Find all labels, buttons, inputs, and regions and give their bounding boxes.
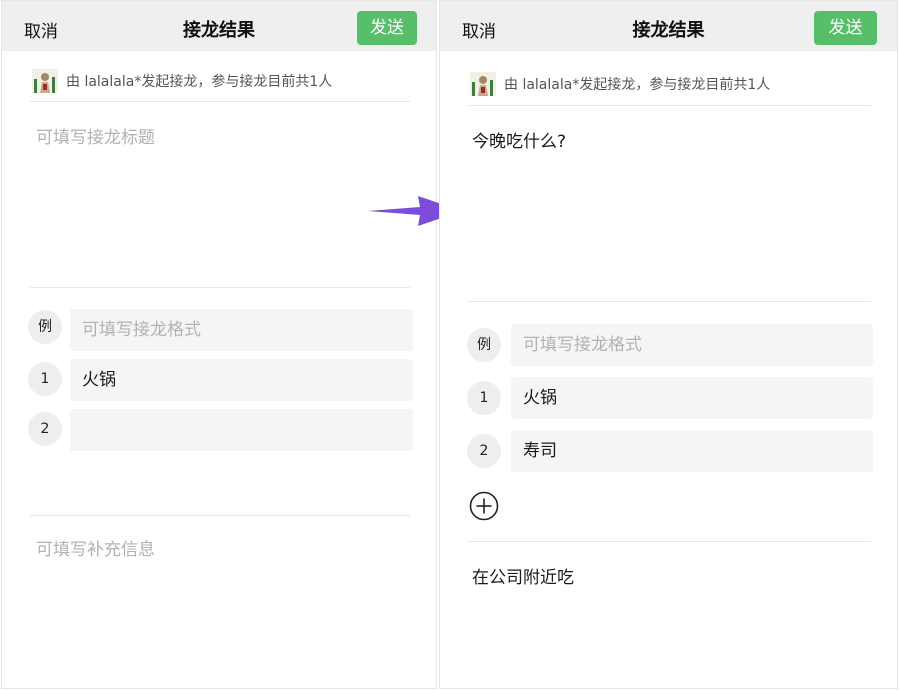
title-input[interactable]: 今晚吃什么? [472,127,566,152]
item-number-badge: 例 [28,310,62,344]
avatar [32,69,58,93]
item-input-1[interactable]: 火锅 [70,359,413,401]
list-item-1: 1 [467,381,501,415]
item-number-badge: 2 [28,412,62,446]
send-button[interactable]: 发送 [814,11,877,45]
item-input-2[interactable] [70,409,413,451]
panel-before: 取消 接龙结果 发送 由 lalalala*发起接龙，参与接龙目前共1人 可填写… [1,0,437,689]
list-item-1: 1 [28,362,62,396]
divider [467,541,871,542]
initiator-info: 由 lalalala*发起接龙，参与接龙目前共1人 [32,69,332,93]
extra-info-input[interactable]: 可填写补充信息 [36,535,155,560]
initiator-text: 由 lalalala*发起接龙，参与接龙目前共1人 [66,74,333,90]
list-item-2: 2 [467,434,501,468]
list-item-2: 2 [28,412,62,446]
avatar [470,72,496,96]
divider [467,301,871,302]
format-input[interactable]: 可填写接龙格式 [511,324,873,366]
item-number-badge: 1 [28,362,62,396]
navbar: 取消 接龙结果 发送 [440,1,897,51]
extra-info-input[interactable]: 在公司附近吃 [472,563,574,588]
navbar: 取消 接龙结果 发送 [2,1,436,51]
divider [30,515,410,516]
format-input[interactable]: 可填写接龙格式 [70,309,413,351]
panel-after: 取消 接龙结果 发送 由 lalalala*发起接龙，参与接龙目前共1人 今晚吃… [439,0,898,689]
initiator-info: 由 lalalala*发起接龙，参与接龙目前共1人 [470,72,770,96]
item-input-1[interactable]: 火锅 [511,377,873,419]
list-item-example: 例 [28,310,62,344]
title-input[interactable]: 可填写接龙标题 [36,123,155,148]
item-number-badge: 2 [467,434,501,468]
item-number-badge: 例 [467,328,501,362]
divider [30,101,410,102]
divider [30,287,410,288]
send-button[interactable]: 发送 [357,11,417,45]
plus-circle-icon[interactable] [469,491,499,521]
item-input-2[interactable]: 寿司 [511,430,873,472]
divider [467,105,871,106]
item-number-badge: 1 [467,381,501,415]
initiator-text: 由 lalalala*发起接龙，参与接龙目前共1人 [504,77,771,93]
list-item-example: 例 [467,328,501,362]
